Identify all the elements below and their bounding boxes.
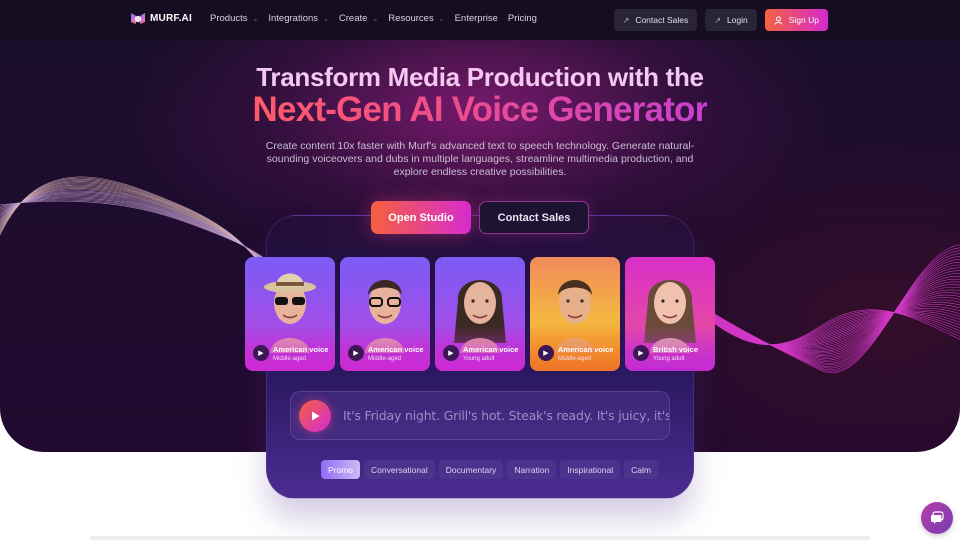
user-icon (774, 15, 783, 25)
chevron-down-icon: ⌄ (438, 15, 445, 23)
nav-link-label: Integrations (268, 13, 319, 24)
contact-sales-button[interactable]: Contact Sales (479, 201, 589, 234)
voice-age: Middle-aged (273, 356, 307, 362)
chevron-down-icon: ⌄ (372, 15, 379, 23)
voice-play-button[interactable]: ▶ (538, 345, 554, 361)
style-tab-conversational[interactable]: Conversational (364, 460, 435, 479)
play-icon: ▶ (353, 350, 359, 357)
style-tab-narration[interactable]: Narration (507, 460, 557, 479)
chevron-down-icon: ⌄ (252, 15, 259, 23)
voice-age: Middle-aged (558, 356, 592, 362)
style-tab-promo[interactable]: Promo (321, 460, 361, 479)
voice-play-button[interactable]: ▶ (253, 345, 269, 361)
voice-style-tabs: Promo Conversational Documentary Narration I… (321, 460, 658, 479)
wave-line (0, 184, 271, 269)
chat-widget-button[interactable] (921, 502, 953, 534)
nav-link-enterprise[interactable]: Enterprise (455, 13, 498, 24)
voice-play-button[interactable]: ▶ (633, 345, 649, 361)
voice-card[interactable]: ▶ American voice Young adult (435, 257, 525, 371)
play-icon (312, 411, 320, 421)
sample-text: It's Friday night. Grill's hot. Steak's … (343, 408, 670, 423)
chat-bubble-icon (931, 511, 944, 524)
nav-link-products[interactable]: Products ⌄ (210, 13, 258, 24)
nav-links: Products ⌄ Integrations ⌄ Create ⌄ Resources ⌄ E… (210, 13, 537, 24)
wave-line (0, 199, 271, 263)
chevron-down-icon: ⌄ (323, 15, 329, 23)
play-icon: ▶ (258, 350, 264, 357)
open-studio-button[interactable]: Open Studio (371, 201, 471, 234)
nav-link-label: Pricing (507, 13, 537, 24)
nav-link-create[interactable]: Create ⌄ (339, 13, 378, 24)
nav-contact-sales-label: Contact Sales (635, 15, 689, 25)
murf-logo-icon (131, 13, 145, 24)
nav-link-pricing[interactable]: Pricing (508, 13, 537, 24)
voice-play-button[interactable]: ▶ (348, 345, 364, 361)
voice-name: British voice (653, 345, 699, 354)
signup-button[interactable]: Sign Up (764, 9, 828, 31)
wave-line (699, 301, 960, 347)
nav-contact-sales-button[interactable]: ↗ Contact Sales (613, 9, 698, 31)
style-tab-inspirational[interactable]: Inspirational (560, 460, 621, 479)
wave-line (699, 253, 960, 369)
hero-subtitle: Create content 10x faster with Murf's ad… (265, 140, 695, 178)
sample-text-player[interactable]: It's Friday night. Grill's hot. Steak's … (290, 391, 670, 440)
voice-age: Young adult (653, 356, 685, 362)
play-icon: ▶ (448, 350, 454, 357)
wave-line (699, 247, 960, 372)
logo[interactable]: MURF.AI (131, 12, 192, 25)
voice-card[interactable]: ▶ American voice Middle-aged (340, 257, 430, 371)
hero-title-line2: Next-Gen AI Voice Generator (0, 90, 960, 130)
nav-link-integrations[interactable]: Integrations ⌄ (268, 13, 329, 24)
style-tab-calm[interactable]: Calm (624, 460, 658, 479)
wave-line (0, 200, 271, 263)
voice-card[interactable]: ▶ British voice Young adult (625, 257, 715, 371)
voice-name: American voice (273, 345, 329, 354)
arrow-up-right-icon: ↗ (622, 15, 630, 25)
voice-play-button[interactable]: ▶ (443, 345, 459, 361)
nav-link-label: Enterprise (454, 13, 498, 24)
top-nav: MURF.AI Products ⌄ Integrations ⌄ Create ⌄ Res… (0, 0, 960, 40)
wave-line (699, 309, 960, 346)
voice-age: Young adult (463, 356, 495, 362)
hero-title-line1: Transform Media Production with the (256, 62, 704, 92)
hero-title-gradient-text: Next-Gen AI Voice Generator (252, 90, 709, 129)
wave-line (699, 306, 960, 346)
wave-line (699, 284, 960, 352)
arrow-up-right-icon: ↗ (714, 15, 721, 25)
wave-line (0, 198, 271, 264)
voice-age: Middle-aged (368, 356, 402, 362)
page: MURF.AI Products ⌄ Integrations ⌄ Create ⌄ Res… (0, 0, 960, 540)
nav-link-label: Products (210, 13, 248, 24)
wave-line (699, 279, 960, 355)
login-button[interactable]: ↗ Login (705, 9, 757, 31)
nav-link-resources[interactable]: Resources ⌄ (388, 13, 444, 24)
next-section-edge (90, 536, 870, 540)
play-icon: ▶ (638, 350, 644, 357)
wave-line (699, 250, 960, 370)
play-icon: ▶ (543, 350, 549, 357)
brand-name: MURF.AI (150, 13, 192, 24)
voice-name: American voice (558, 345, 614, 354)
signup-label: Sign Up (788, 15, 819, 25)
nav-link-label: Create (338, 13, 368, 24)
voice-card[interactable]: ▶ American voice Middle-aged (530, 257, 620, 371)
wave-line (0, 189, 271, 267)
sample-play-button[interactable] (299, 400, 331, 432)
wave-line (0, 188, 271, 268)
voice-card[interactable]: ▶ American voice Middle-aged (245, 257, 335, 371)
nav-link-label: Resources (388, 13, 434, 24)
nav-actions: ↗ Contact Sales ↗ Login Sign Up (613, 9, 828, 31)
voice-name: American voice (463, 345, 519, 354)
style-tab-documentary[interactable]: Documentary (438, 460, 504, 479)
voice-name: American voice (368, 345, 424, 354)
login-label: Login (726, 15, 748, 25)
